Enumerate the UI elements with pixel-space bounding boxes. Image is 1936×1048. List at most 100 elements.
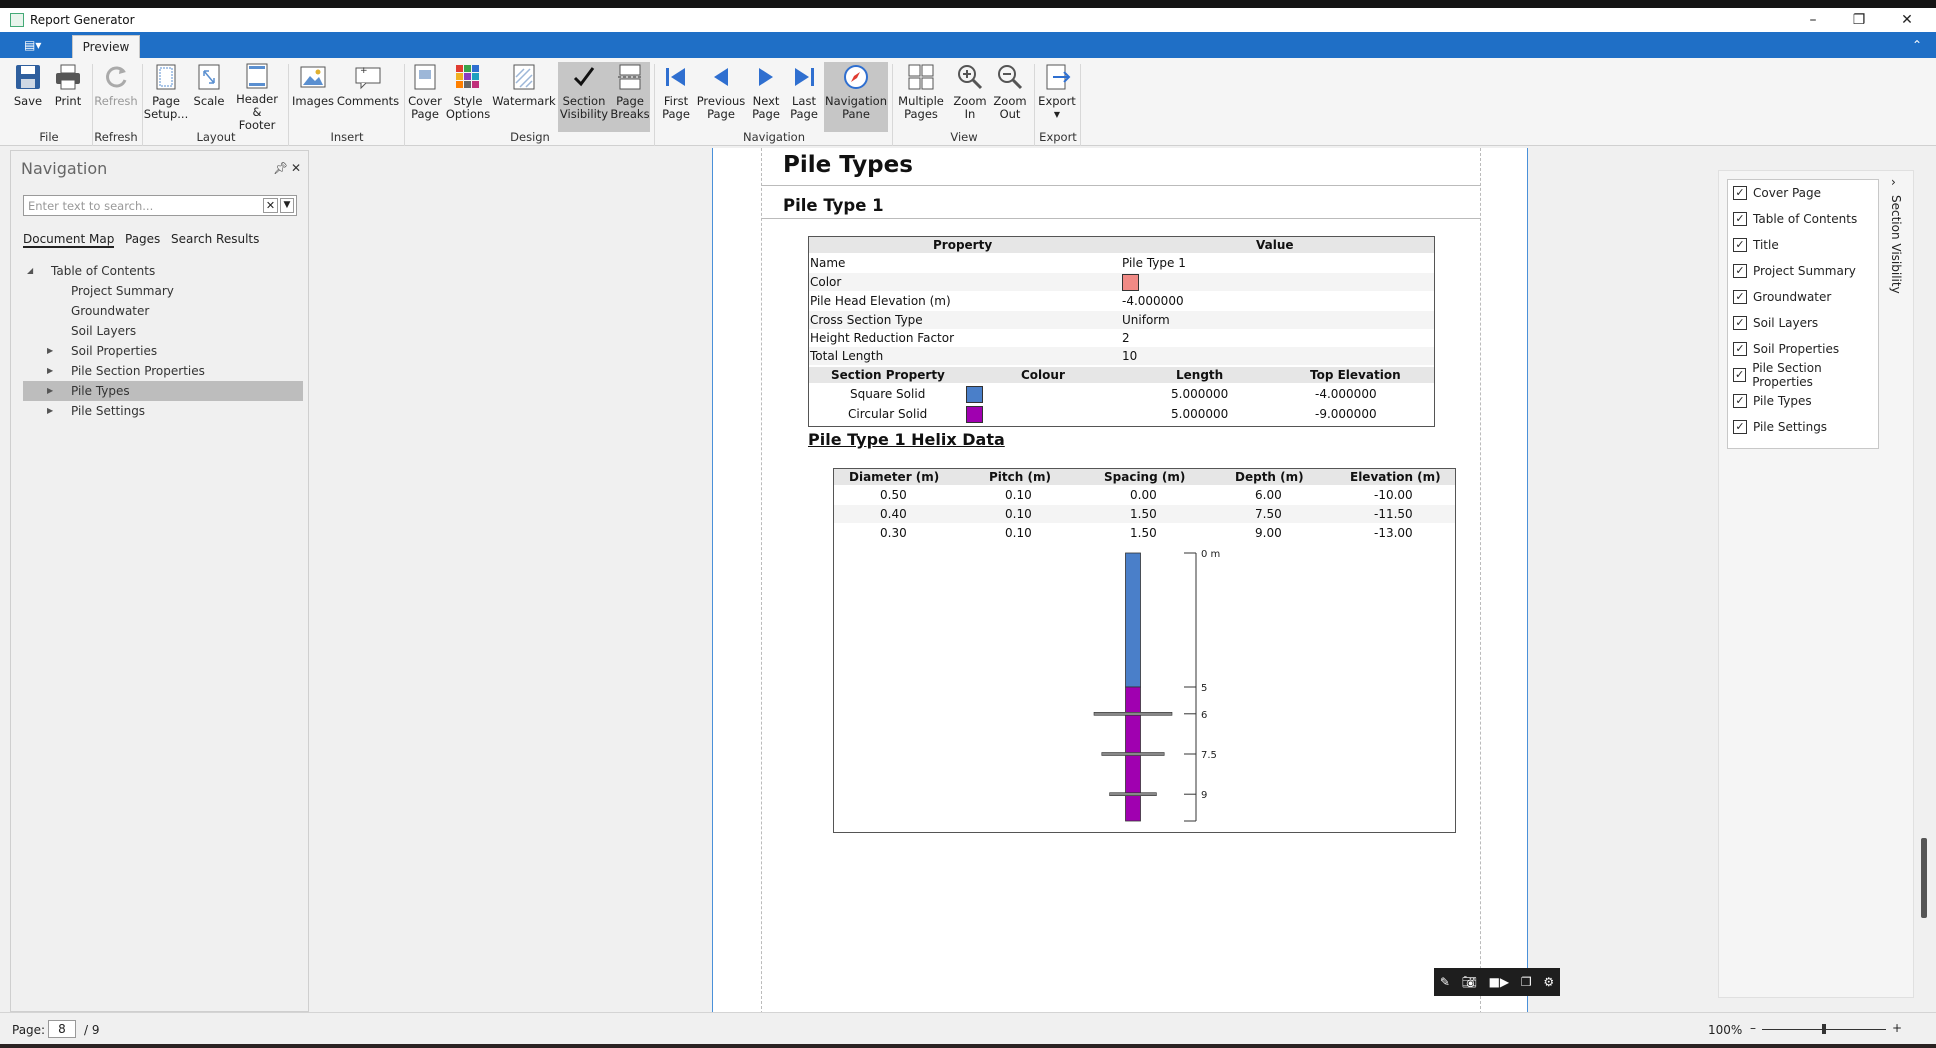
checkbox[interactable]: ✓ [1733, 394, 1747, 408]
checkbox-label: Soil Layers [1753, 316, 1819, 330]
tab-document-map[interactable]: Document Map [23, 232, 115, 248]
app-menu-icon[interactable]: ▤▾ [24, 38, 48, 52]
depth-tick-label: 9 [1201, 790, 1207, 801]
pin-icon[interactable]: 📌︎ [273, 161, 288, 175]
previous-page-button[interactable]: Previous Page [696, 62, 746, 132]
ribbon-collapse-icon[interactable]: ⌃ [1912, 38, 1922, 52]
header-depth: Depth (m) [1235, 470, 1304, 484]
multiple-pages-button[interactable]: Multiple Pages [896, 62, 946, 132]
tree-item-table-of-contents[interactable]: ◢ Table of Contents [23, 261, 303, 281]
style-options-button[interactable]: Style Options [446, 62, 490, 132]
tree-item-pile-types[interactable]: ▶ Pile Types [23, 381, 303, 401]
zoom-slider-knob[interactable] [1822, 1024, 1826, 1034]
save-button[interactable]: Save [10, 62, 46, 132]
checkbox[interactable]: ✓ [1733, 212, 1747, 226]
section-visibility-button[interactable]: Section Visibility [558, 62, 610, 132]
restore-button[interactable]: ❐ [1836, 8, 1882, 32]
camera-icon[interactable]: 📷︎ [1462, 975, 1477, 989]
tab-search-results[interactable]: Search Results [171, 232, 259, 246]
expanded-arrow-icon[interactable]: ◢ [27, 261, 33, 281]
zoom-slider[interactable] [1762, 1024, 1886, 1034]
checkbox[interactable]: ✓ [1733, 290, 1747, 304]
watermark-button[interactable]: Watermark [492, 62, 556, 132]
scale-button[interactable]: Scale [190, 62, 228, 132]
tab-preview[interactable]: Preview [72, 35, 140, 58]
section-visibility-item[interactable]: ✓ Soil Properties [1728, 336, 1878, 362]
chevron-right-icon[interactable]: › [1891, 175, 1896, 189]
scrollbar-thumb[interactable] [1921, 838, 1927, 918]
zoom-in-small-icon[interactable]: + [1892, 1021, 1902, 1035]
page-number-input[interactable]: 8 [48, 1020, 76, 1038]
checkbox[interactable]: ✓ [1733, 264, 1747, 278]
section-visibility-item[interactable]: ✓ Groundwater [1728, 284, 1878, 310]
export-button[interactable]: Export ▼ [1036, 62, 1078, 132]
cover-page-button[interactable]: Cover Page [406, 62, 444, 132]
section-visibility-item[interactable]: ✓ Project Summary [1728, 258, 1878, 284]
clear-search-icon[interactable]: ✕ [263, 198, 278, 213]
refresh-button[interactable]: Refresh [94, 62, 138, 132]
header-footer-button[interactable]: Header & Footer [230, 62, 284, 132]
navigation-pane-title: Navigation [21, 159, 108, 178]
tree-item-soil-properties[interactable]: ▶ Soil Properties [23, 341, 303, 361]
images-button[interactable]: Images [292, 62, 334, 132]
prop-value: 10 [1122, 349, 1138, 363]
zoom-in-icon [955, 62, 985, 92]
tree-item-groundwater[interactable]: Groundwater [23, 301, 303, 321]
separator [288, 64, 289, 146]
collapsed-arrow-icon[interactable]: ▶ [47, 341, 53, 361]
section-name: Square Solid [850, 387, 926, 401]
section-visibility-item[interactable]: ✓ Cover Page [1728, 180, 1878, 206]
header-diameter: Diameter (m) [849, 470, 940, 484]
checkbox[interactable]: ✓ [1733, 186, 1747, 200]
print-button[interactable]: Print [50, 62, 86, 132]
section-visibility-item[interactable]: ✓ Pile Settings [1728, 414, 1878, 440]
checkbox[interactable]: ✓ [1733, 342, 1747, 356]
comments-button[interactable]: + Comments [337, 62, 399, 132]
checkbox[interactable]: ✓ [1733, 238, 1747, 252]
tab-pages[interactable]: Pages [125, 232, 160, 246]
depth-tick-label: 5 [1201, 683, 1207, 694]
checkbox[interactable]: ✓ [1733, 420, 1747, 434]
tree-item-pile-settings[interactable]: ▶ Pile Settings [23, 401, 303, 421]
top-strip [0, 0, 1936, 8]
search-input[interactable] [24, 196, 254, 215]
page-breaks-button[interactable]: Page Breaks [610, 62, 650, 132]
tree-item-project-summary[interactable]: Project Summary [23, 281, 303, 301]
checkbox[interactable]: ✓ [1733, 368, 1747, 382]
last-page-button[interactable]: Last Page [786, 62, 822, 132]
ribbon-tab-bar: ▤▾ Preview ⌃ [0, 32, 1936, 58]
draw-icon[interactable]: ✎ [1440, 975, 1450, 989]
section-visibility-item[interactable]: ✓ Table of Contents [1728, 206, 1878, 232]
window-capture-icon[interactable]: ❐ [1521, 975, 1532, 989]
prop-key: Name [810, 256, 846, 270]
collapsed-arrow-icon[interactable]: ▶ [47, 361, 53, 381]
navigation-pane-button[interactable]: Navigation Pane [824, 62, 888, 132]
checkbox[interactable]: ✓ [1733, 316, 1747, 330]
first-page-button[interactable]: First Page [658, 62, 694, 132]
helix-diameter: 0.50 [880, 488, 907, 502]
close-window-button[interactable]: ✕ [1884, 8, 1930, 32]
tree-item-soil-layers[interactable]: Soil Layers [23, 321, 303, 341]
minimize-button[interactable]: – [1790, 8, 1836, 32]
next-page-button[interactable]: Next Page [748, 62, 784, 132]
collapsed-arrow-icon[interactable]: ▶ [47, 401, 53, 421]
close-pane-icon[interactable]: ✕ [291, 161, 301, 175]
vertical-scrollbar[interactable] [1918, 148, 1932, 1012]
section-visibility-item[interactable]: ✓ Title [1728, 232, 1878, 258]
prop-value: Uniform [1122, 313, 1170, 327]
section-visibility-item[interactable]: ✓ Soil Layers [1728, 310, 1878, 336]
zoom-in-button[interactable]: Zoom In [950, 62, 990, 132]
collapsed-arrow-icon[interactable]: ▶ [47, 381, 53, 401]
section-visibility-item[interactable]: ✓ Pile Types [1728, 388, 1878, 414]
helix-depth: 7.50 [1255, 507, 1282, 521]
section-visibility-item[interactable]: ✓ Pile Section Properties [1728, 361, 1878, 389]
tree-item-pile-section-properties[interactable]: ▶ Pile Section Properties [23, 361, 303, 381]
header-row-shade [809, 237, 1434, 253]
margin-guide-left [761, 148, 762, 1014]
settings-gear-icon[interactable]: ⚙ [1543, 975, 1554, 989]
zoom-out-small-icon[interactable]: – [1750, 1021, 1756, 1035]
search-options-dropdown[interactable]: ▼ [280, 198, 294, 213]
video-icon[interactable]: ■▶ [1489, 975, 1510, 989]
page-setup-button[interactable]: Page Setup... [144, 62, 188, 132]
zoom-out-button[interactable]: Zoom Out [990, 62, 1030, 132]
